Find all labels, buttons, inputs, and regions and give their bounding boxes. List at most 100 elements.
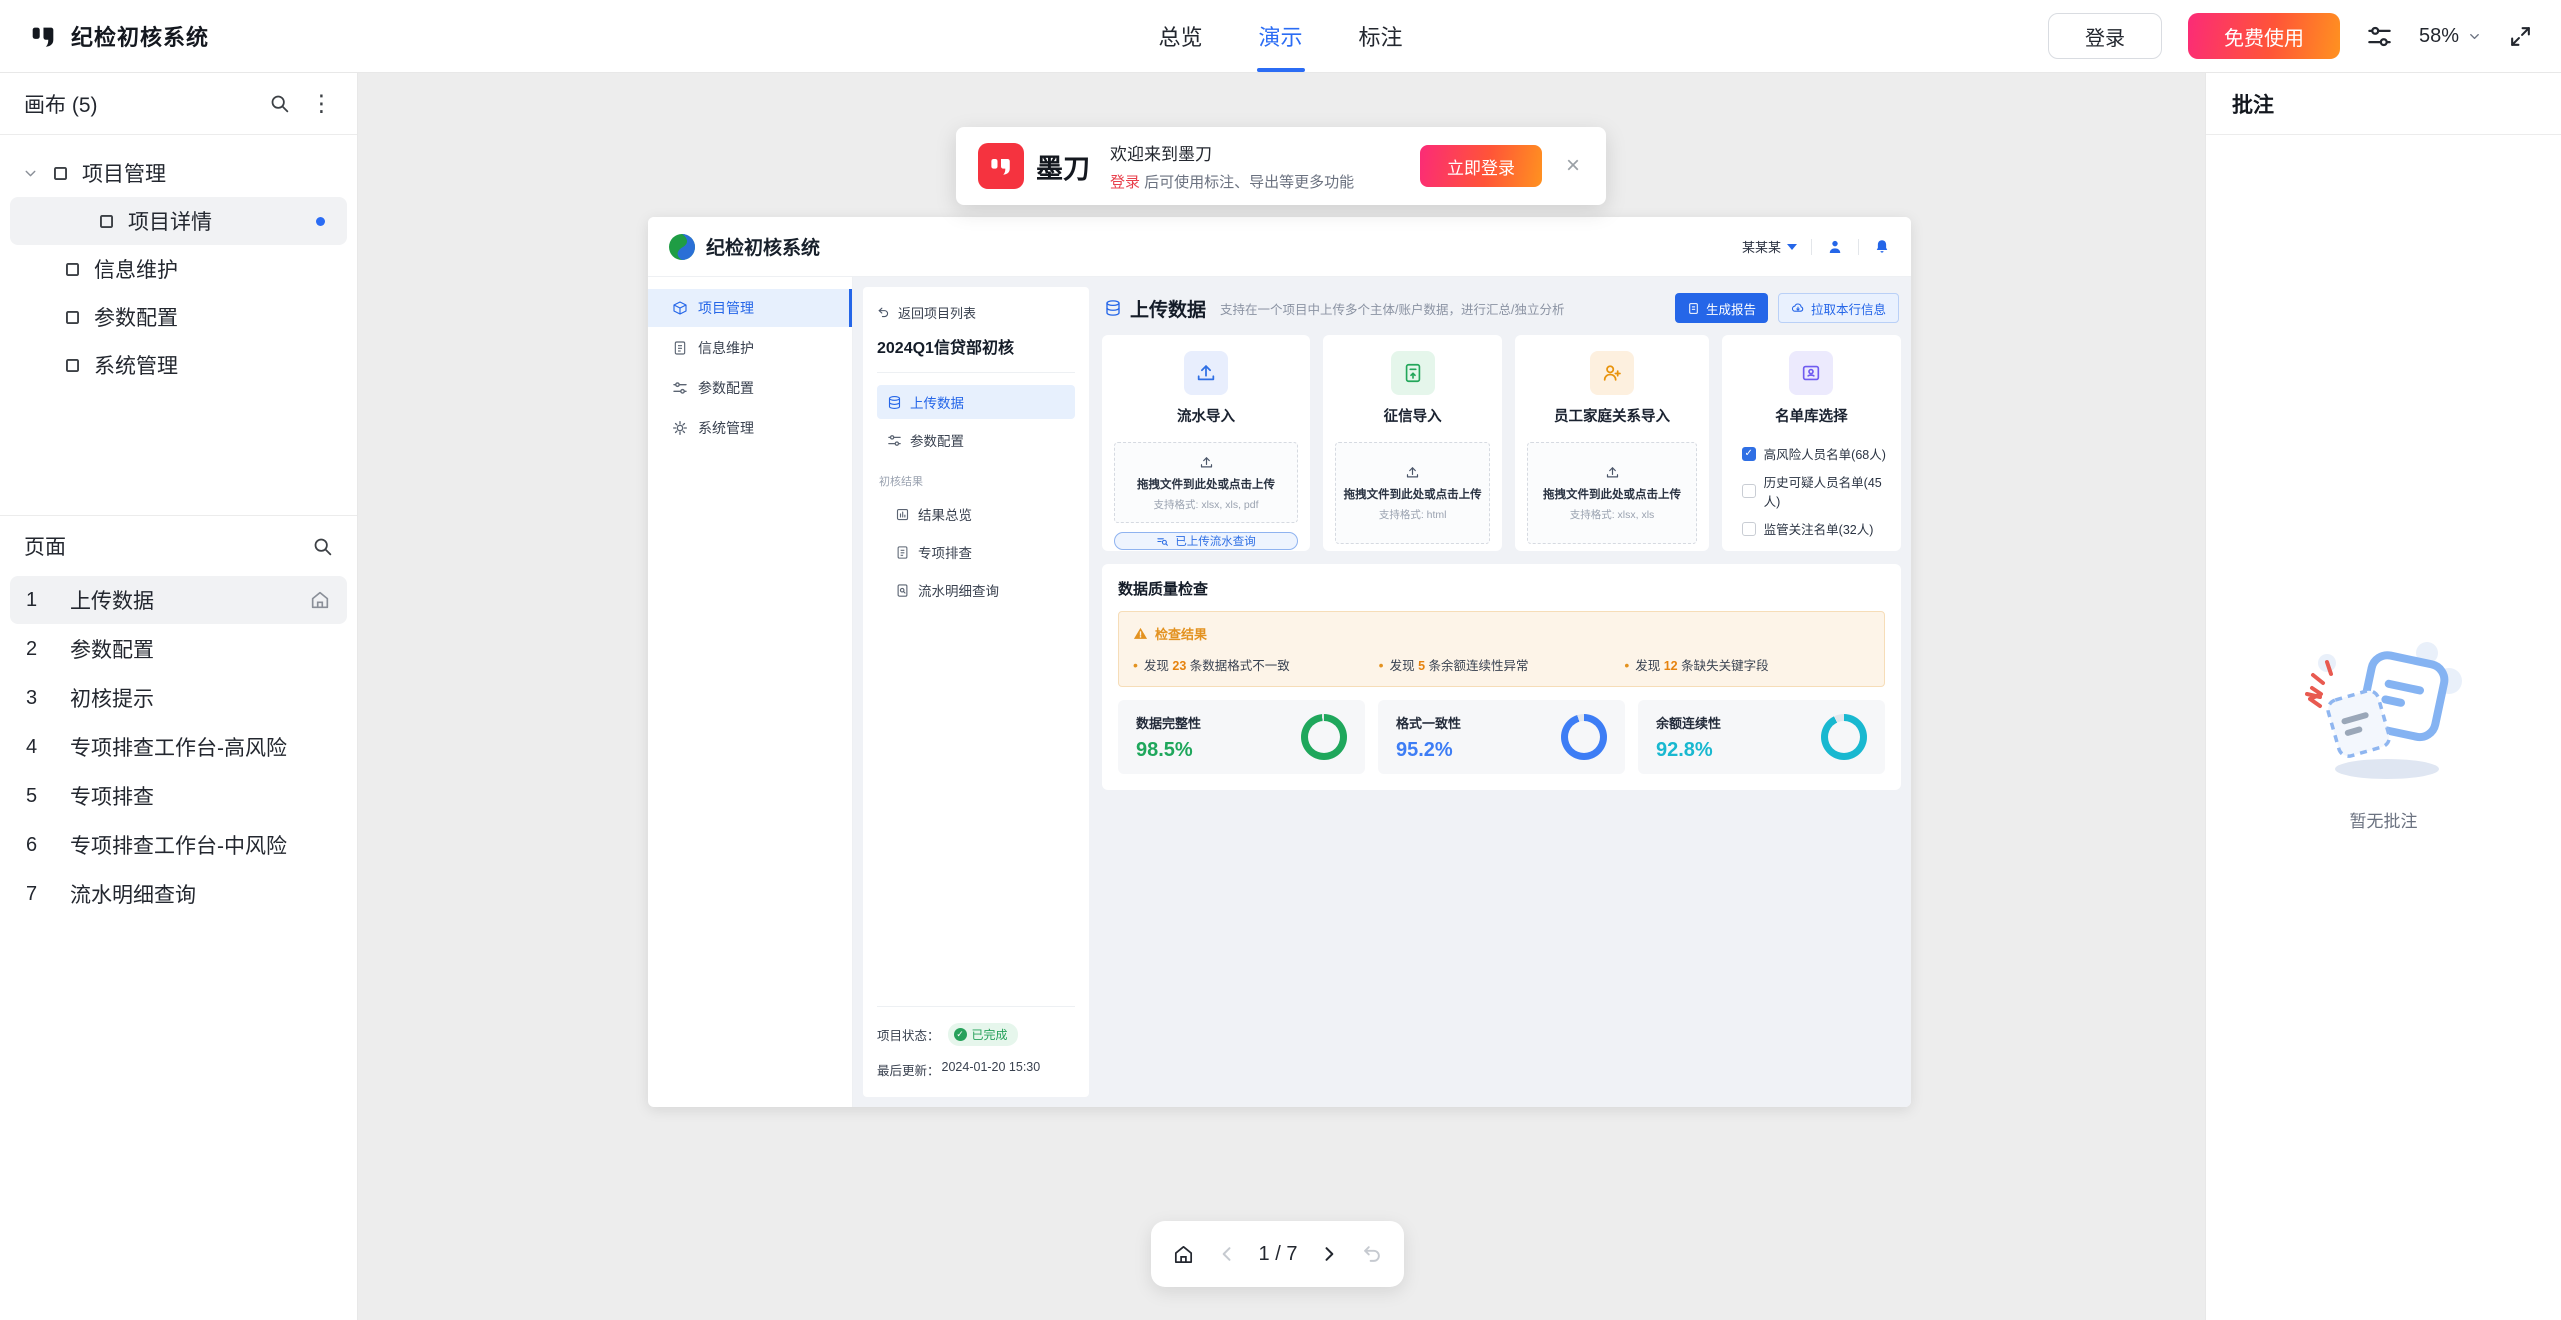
tree-item-label: 系统管理 — [94, 350, 178, 380]
tree-item-info-maintenance[interactable]: 信息维护 — [10, 245, 347, 293]
user-menu[interactable]: 某某某 — [1742, 237, 1797, 256]
id-card-icon — [1789, 351, 1833, 395]
database-icon — [1104, 299, 1122, 317]
mockingbot-logo-icon — [28, 21, 58, 51]
checkbox-regulator-watch-list[interactable]: 监管关注名单(32人) — [1742, 519, 1889, 538]
search-icon[interactable] — [269, 93, 290, 114]
app-root: 纪检初核系统 总览 演示 标注 登录 免费使用 58% 画布 (5) ⋮ — [0, 0, 2561, 1320]
brand-name: 墨刀 — [1036, 147, 1090, 186]
nav-item-project-management[interactable]: 项目管理 — [648, 289, 852, 327]
page-item-5[interactable]: 5 专项排查 — [10, 772, 347, 820]
free-use-button[interactable]: 免费使用 — [2188, 13, 2340, 59]
pull-bank-info-button[interactable]: 拉取本行信息 — [1778, 293, 1899, 323]
sidebar-item-label: 结果总览 — [918, 504, 972, 524]
empty-annotations-label: 暂无批注 — [2350, 807, 2418, 832]
caret-down-icon — [1787, 244, 1797, 250]
project-sidebar: 返回项目列表 2024Q1信贷部初核 上传数据 参数配置 初核结果 — [863, 287, 1089, 1097]
login-now-button[interactable]: 立即登录 — [1420, 145, 1542, 187]
search-icon[interactable] — [312, 536, 333, 557]
page-item-2[interactable]: 2 参数配置 — [10, 625, 347, 673]
undo-icon[interactable] — [1361, 1243, 1383, 1265]
check-result-box: 检查结果 发现 23 条数据格式不一致 发现 5 条余 — [1118, 611, 1885, 687]
page-number: 4 — [26, 736, 70, 759]
sidebar-item-upload-data[interactable]: 上传数据 — [877, 385, 1075, 419]
checkbox-high-risk-list[interactable]: ✓ 高风险人员名单(68人) — [1742, 444, 1889, 463]
nav-item-info-maintenance[interactable]: 信息维护 — [648, 329, 852, 367]
pages-list: 1 上传数据 2 参数配置 3 初核提示 4 专项排查工作台-高风险 5 — [0, 576, 357, 918]
finding-missing-fields: 发现 12 条缺失关键字段 — [1624, 655, 1870, 674]
more-options-icon[interactable]: ⋮ — [310, 92, 333, 115]
annotation-panel: 批注 — [2205, 73, 2561, 1320]
tree-item-param-config[interactable]: 参数配置 — [10, 293, 347, 341]
page-item-6[interactable]: 6 专项排查工作台-中风险 — [10, 821, 347, 869]
notification-bell-icon[interactable] — [1873, 238, 1891, 256]
fullscreen-icon[interactable] — [2508, 24, 2533, 49]
sliders-icon — [672, 380, 688, 396]
preferences-icon[interactable] — [2366, 23, 2393, 50]
sidebar-item-label: 流水明细查询 — [918, 580, 999, 600]
check-result-label: 检查结果 — [1155, 624, 1207, 643]
tree-item-project-detail[interactable]: 项目详情 — [10, 197, 347, 245]
next-page-icon[interactable] — [1319, 1244, 1339, 1264]
nav-item-system-management[interactable]: 系统管理 — [648, 409, 852, 447]
sidebar-item-result-overview[interactable]: 结果总览 — [885, 497, 1075, 531]
updated-value: 2024-01-20 15:30 — [942, 1060, 1041, 1079]
home-icon[interactable] — [1172, 1243, 1195, 1266]
login-button[interactable]: 登录 — [2048, 13, 2162, 59]
sidebar-item-flow-detail-query[interactable]: 流水明细查询 — [885, 573, 1075, 607]
tab-annotate[interactable]: 标注 — [1359, 0, 1403, 72]
page-label: 专项排查工作台-中风险 — [70, 830, 287, 860]
sidebar-item-param-config[interactable]: 参数配置 — [877, 423, 1075, 457]
list-search-icon — [1156, 535, 1169, 548]
quality-title: 数据质量检查 — [1118, 578, 1885, 599]
back-to-projects[interactable]: 返回项目列表 — [877, 303, 1075, 322]
zoom-control[interactable]: 58% — [2419, 25, 2482, 48]
user-icon[interactable] — [1826, 238, 1844, 256]
tree-item-system-management[interactable]: 系统管理 — [10, 341, 347, 389]
page-item-3[interactable]: 3 初核提示 — [10, 674, 347, 722]
layers-sidebar: 画布 (5) ⋮ 项目管理 项目详情 信息维护 — [0, 73, 358, 1320]
project-name: 2024Q1信贷部初核 — [877, 334, 1075, 358]
dropzone-formats: 支持格式: xlsx, xls — [1534, 507, 1689, 522]
page-item-7[interactable]: 7 流水明细查询 — [10, 870, 347, 918]
family-dropzone[interactable]: 拖拽文件到此处或点击上传 支持格式: xlsx, xls — [1527, 442, 1696, 544]
page-item-4[interactable]: 4 专项排查工作台-高风险 — [10, 723, 347, 771]
annotation-header: 批注 — [2206, 73, 2561, 135]
frame-icon — [63, 356, 82, 375]
flow-dropzone[interactable]: 拖拽文件到此处或点击上传 支持格式: xlsx, xls, pdf — [1114, 442, 1298, 523]
upload-data-content: 上传数据 支持在一个项目中上传多个主体/账户数据，进行汇总/独立分析 生成报告 … — [1102, 287, 1901, 1097]
pages-section-header: 页面 — [0, 516, 357, 576]
page-indicator: 1 / 7 — [1259, 1243, 1298, 1266]
upload-icon — [1184, 351, 1228, 395]
chevron-down-icon — [2467, 29, 2482, 44]
generate-report-button[interactable]: 生成报告 — [1675, 293, 1768, 323]
finding-format-mismatch: 发现 23 条数据格式不一致 — [1133, 655, 1379, 674]
mockingbot-badge-icon — [978, 143, 1024, 189]
empty-annotations-illustration — [2299, 633, 2469, 783]
canvas-section-header: 画布 (5) ⋮ — [0, 73, 357, 135]
bar-chart-icon — [895, 507, 910, 522]
page-item-1[interactable]: 1 上传数据 — [10, 576, 347, 624]
login-link[interactable]: 登录 — [1110, 174, 1140, 191]
tree-item-project-management[interactable]: 项目管理 — [10, 149, 347, 197]
sidebar-item-label: 专项排查 — [918, 542, 972, 562]
credit-dropzone[interactable]: 拖拽文件到此处或点击上传 支持格式: html — [1335, 442, 1490, 544]
sidebar-item-special-check[interactable]: 专项排查 — [885, 535, 1075, 569]
close-icon[interactable]: × — [1558, 152, 1588, 180]
project-status-footer: 项目状态： ✓ 已完成 最后更新： 2024-01-20 15:30 — [877, 1006, 1075, 1079]
tab-overview[interactable]: 总览 — [1158, 0, 1202, 72]
checkbox-icon: ✓ — [1742, 447, 1756, 461]
upload-icon — [1405, 465, 1420, 480]
cloud-download-icon — [1791, 301, 1805, 315]
card-family-import: 员工家庭关系导入 Excel 模板上传员工家庭关系信息 拖拽文件到此处或点击上传… — [1515, 335, 1708, 551]
chevron-down-icon[interactable] — [22, 165, 39, 182]
uploaded-flow-query-button[interactable]: 已上传流水查询 — [1114, 532, 1298, 550]
tab-present[interactable]: 演示 — [1258, 0, 1302, 72]
prev-page-icon[interactable] — [1217, 1244, 1237, 1264]
nav-item-param-config[interactable]: 参数配置 — [648, 369, 852, 407]
dropzone-title: 拖拽文件到此处或点击上传 — [1534, 486, 1689, 502]
warning-icon — [1133, 626, 1148, 641]
divider — [877, 372, 1075, 373]
checkbox-history-suspect-list[interactable]: 历史可疑人员名单(45人) — [1742, 472, 1889, 510]
dropzone-formats: 支持格式: html — [1342, 507, 1483, 522]
